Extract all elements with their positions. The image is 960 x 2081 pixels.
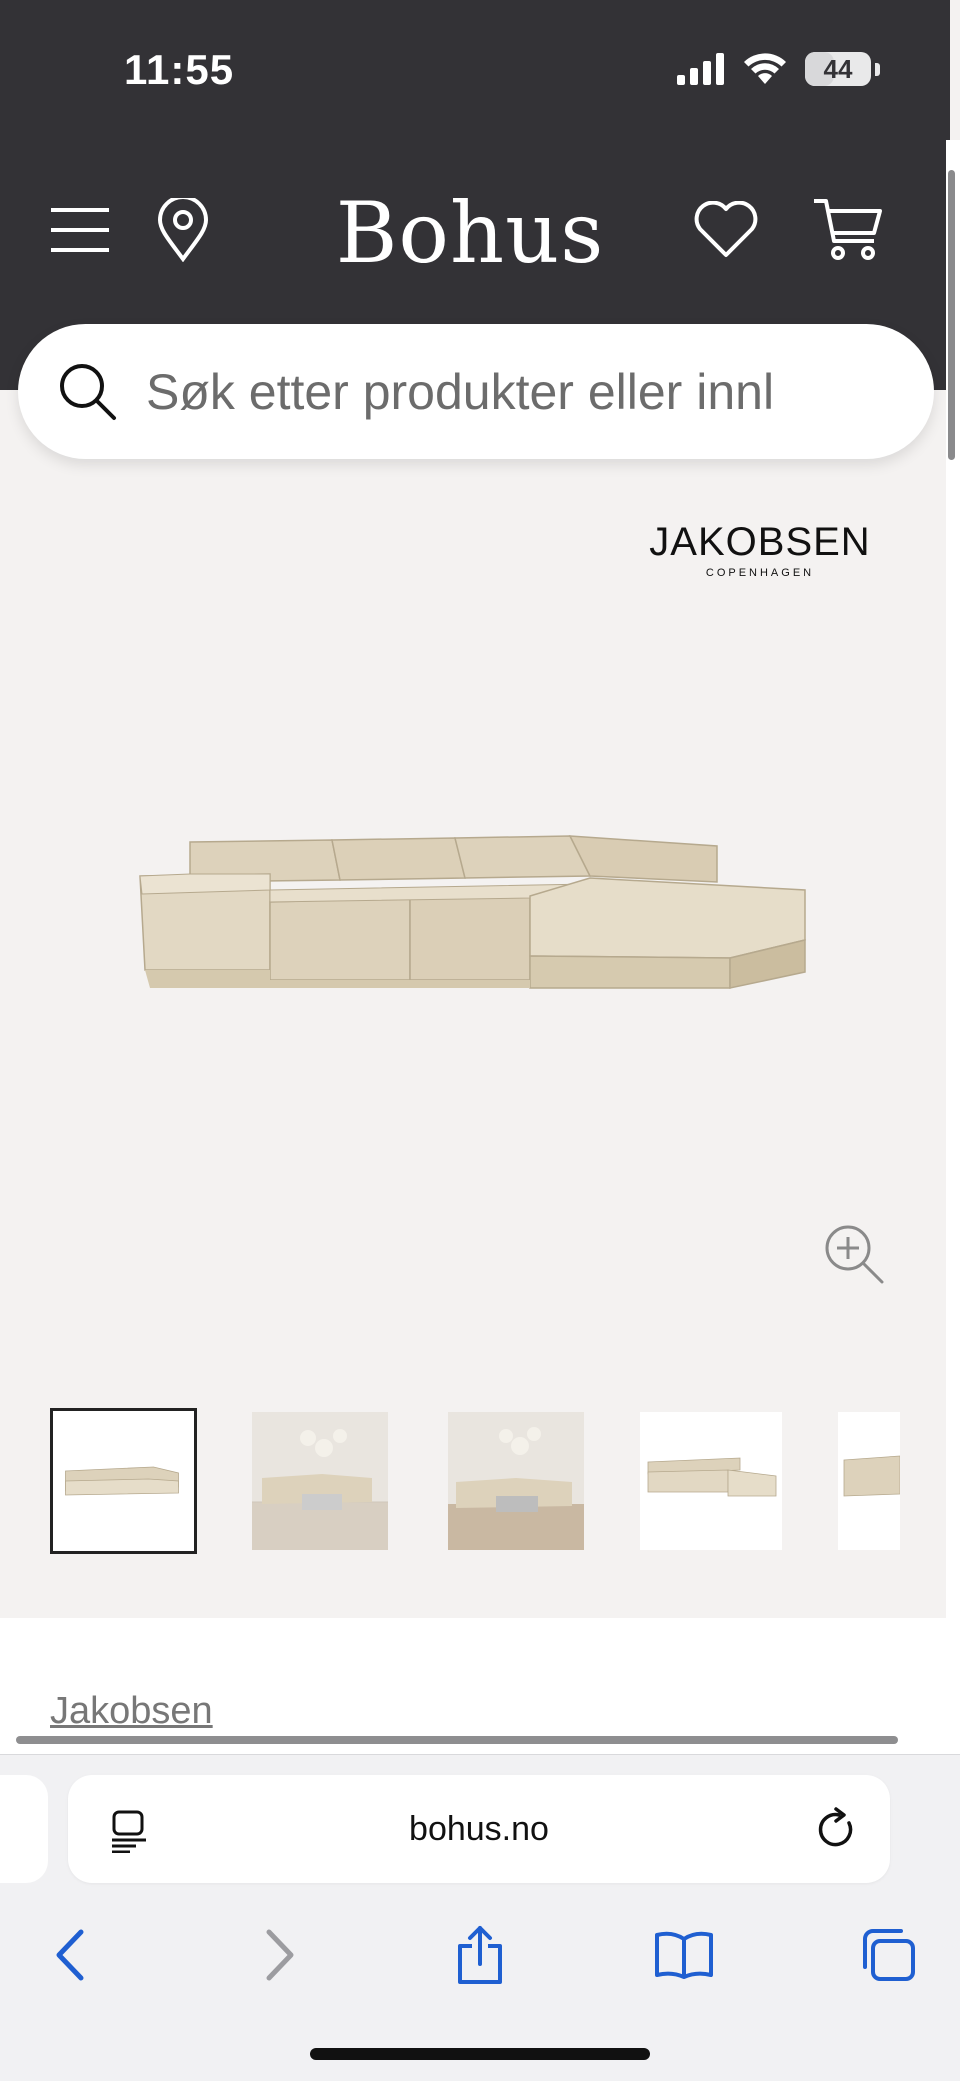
- cart-icon: [814, 199, 882, 260]
- status-icons: 44: [677, 52, 880, 86]
- previous-tab-peek[interactable]: [0, 1775, 48, 1883]
- page: 11:55 44 Bohus Søk etter produkter eller…: [0, 0, 960, 2081]
- thumbnail-strip[interactable]: [50, 1408, 900, 1554]
- thumbnail-3[interactable]: [448, 1412, 584, 1550]
- hamburger-menu-icon: [51, 208, 109, 252]
- wishlist-button[interactable]: [686, 190, 766, 270]
- tabs-button[interactable]: [848, 1915, 928, 1995]
- map-pin-icon: [157, 198, 209, 262]
- store-locator-button[interactable]: [143, 190, 223, 270]
- wifi-icon: [744, 53, 786, 84]
- thumbnail-sofa-image: [640, 1412, 782, 1550]
- brand-logo-name: JAKOBSEN: [649, 520, 871, 564]
- reload-icon[interactable]: [812, 1805, 860, 1853]
- bohus-logo[interactable]: Bohus: [300, 188, 640, 278]
- search-input[interactable]: [146, 362, 846, 421]
- page-menu-icon[interactable]: [108, 1809, 152, 1853]
- thumbnail-sofa-image: [53, 1411, 194, 1551]
- thumbnail-4[interactable]: [640, 1412, 782, 1550]
- menu-button[interactable]: [40, 190, 120, 270]
- share-button[interactable]: [440, 1915, 520, 1995]
- cart-button[interactable]: [808, 190, 888, 270]
- browser-toolbar: [0, 1915, 960, 2015]
- browser-bottom-bar: bohus.no: [0, 1754, 960, 2081]
- product-main-image[interactable]: [120, 820, 820, 1020]
- thumbnail-sofa-image: [838, 1412, 900, 1550]
- thumbnail-2[interactable]: [252, 1412, 388, 1550]
- brand-logo-sub: COPENHAGEN: [705, 567, 815, 579]
- page-scrollbar[interactable]: [948, 170, 955, 460]
- back-icon: [56, 1929, 84, 1981]
- heart-icon: [694, 201, 758, 257]
- search-bar[interactable]: [18, 324, 934, 459]
- battery-level-text: 44: [823, 53, 853, 84]
- bookmarks-icon: [655, 1931, 713, 1979]
- address-bar[interactable]: bohus.no: [68, 1775, 890, 1883]
- forward-button[interactable]: [240, 1915, 320, 1995]
- forward-icon: [266, 1929, 294, 1981]
- search-icon: [60, 363, 116, 420]
- cellular-signal-icon: [677, 53, 724, 85]
- thumbnail-5[interactable]: [838, 1412, 900, 1550]
- thumbnail-1[interactable]: [50, 1408, 197, 1554]
- horizontal-scrollbar[interactable]: [16, 1736, 898, 1744]
- battery-indicator: 44: [805, 52, 871, 86]
- zoom-button[interactable]: [820, 1220, 888, 1288]
- url-text: bohus.no: [409, 1810, 549, 1848]
- status-bar: 11:55 44: [0, 0, 960, 140]
- home-indicator[interactable]: [310, 2048, 650, 2060]
- tabs-icon: [863, 1929, 915, 1981]
- battery-cap: [875, 62, 880, 76]
- share-icon: [458, 1926, 502, 1984]
- zoom-in-icon: [825, 1225, 884, 1284]
- status-time: 11:55: [124, 46, 235, 93]
- thumbnail-room-image: [448, 1412, 584, 1550]
- brand-logo: JAKOBSEN COPENHAGEN: [640, 520, 880, 579]
- back-button[interactable]: [30, 1915, 110, 1995]
- thumbnail-room-image: [252, 1412, 388, 1550]
- bookmarks-button[interactable]: [644, 1915, 724, 1995]
- brand-link[interactable]: Jakobsen: [50, 1690, 213, 1733]
